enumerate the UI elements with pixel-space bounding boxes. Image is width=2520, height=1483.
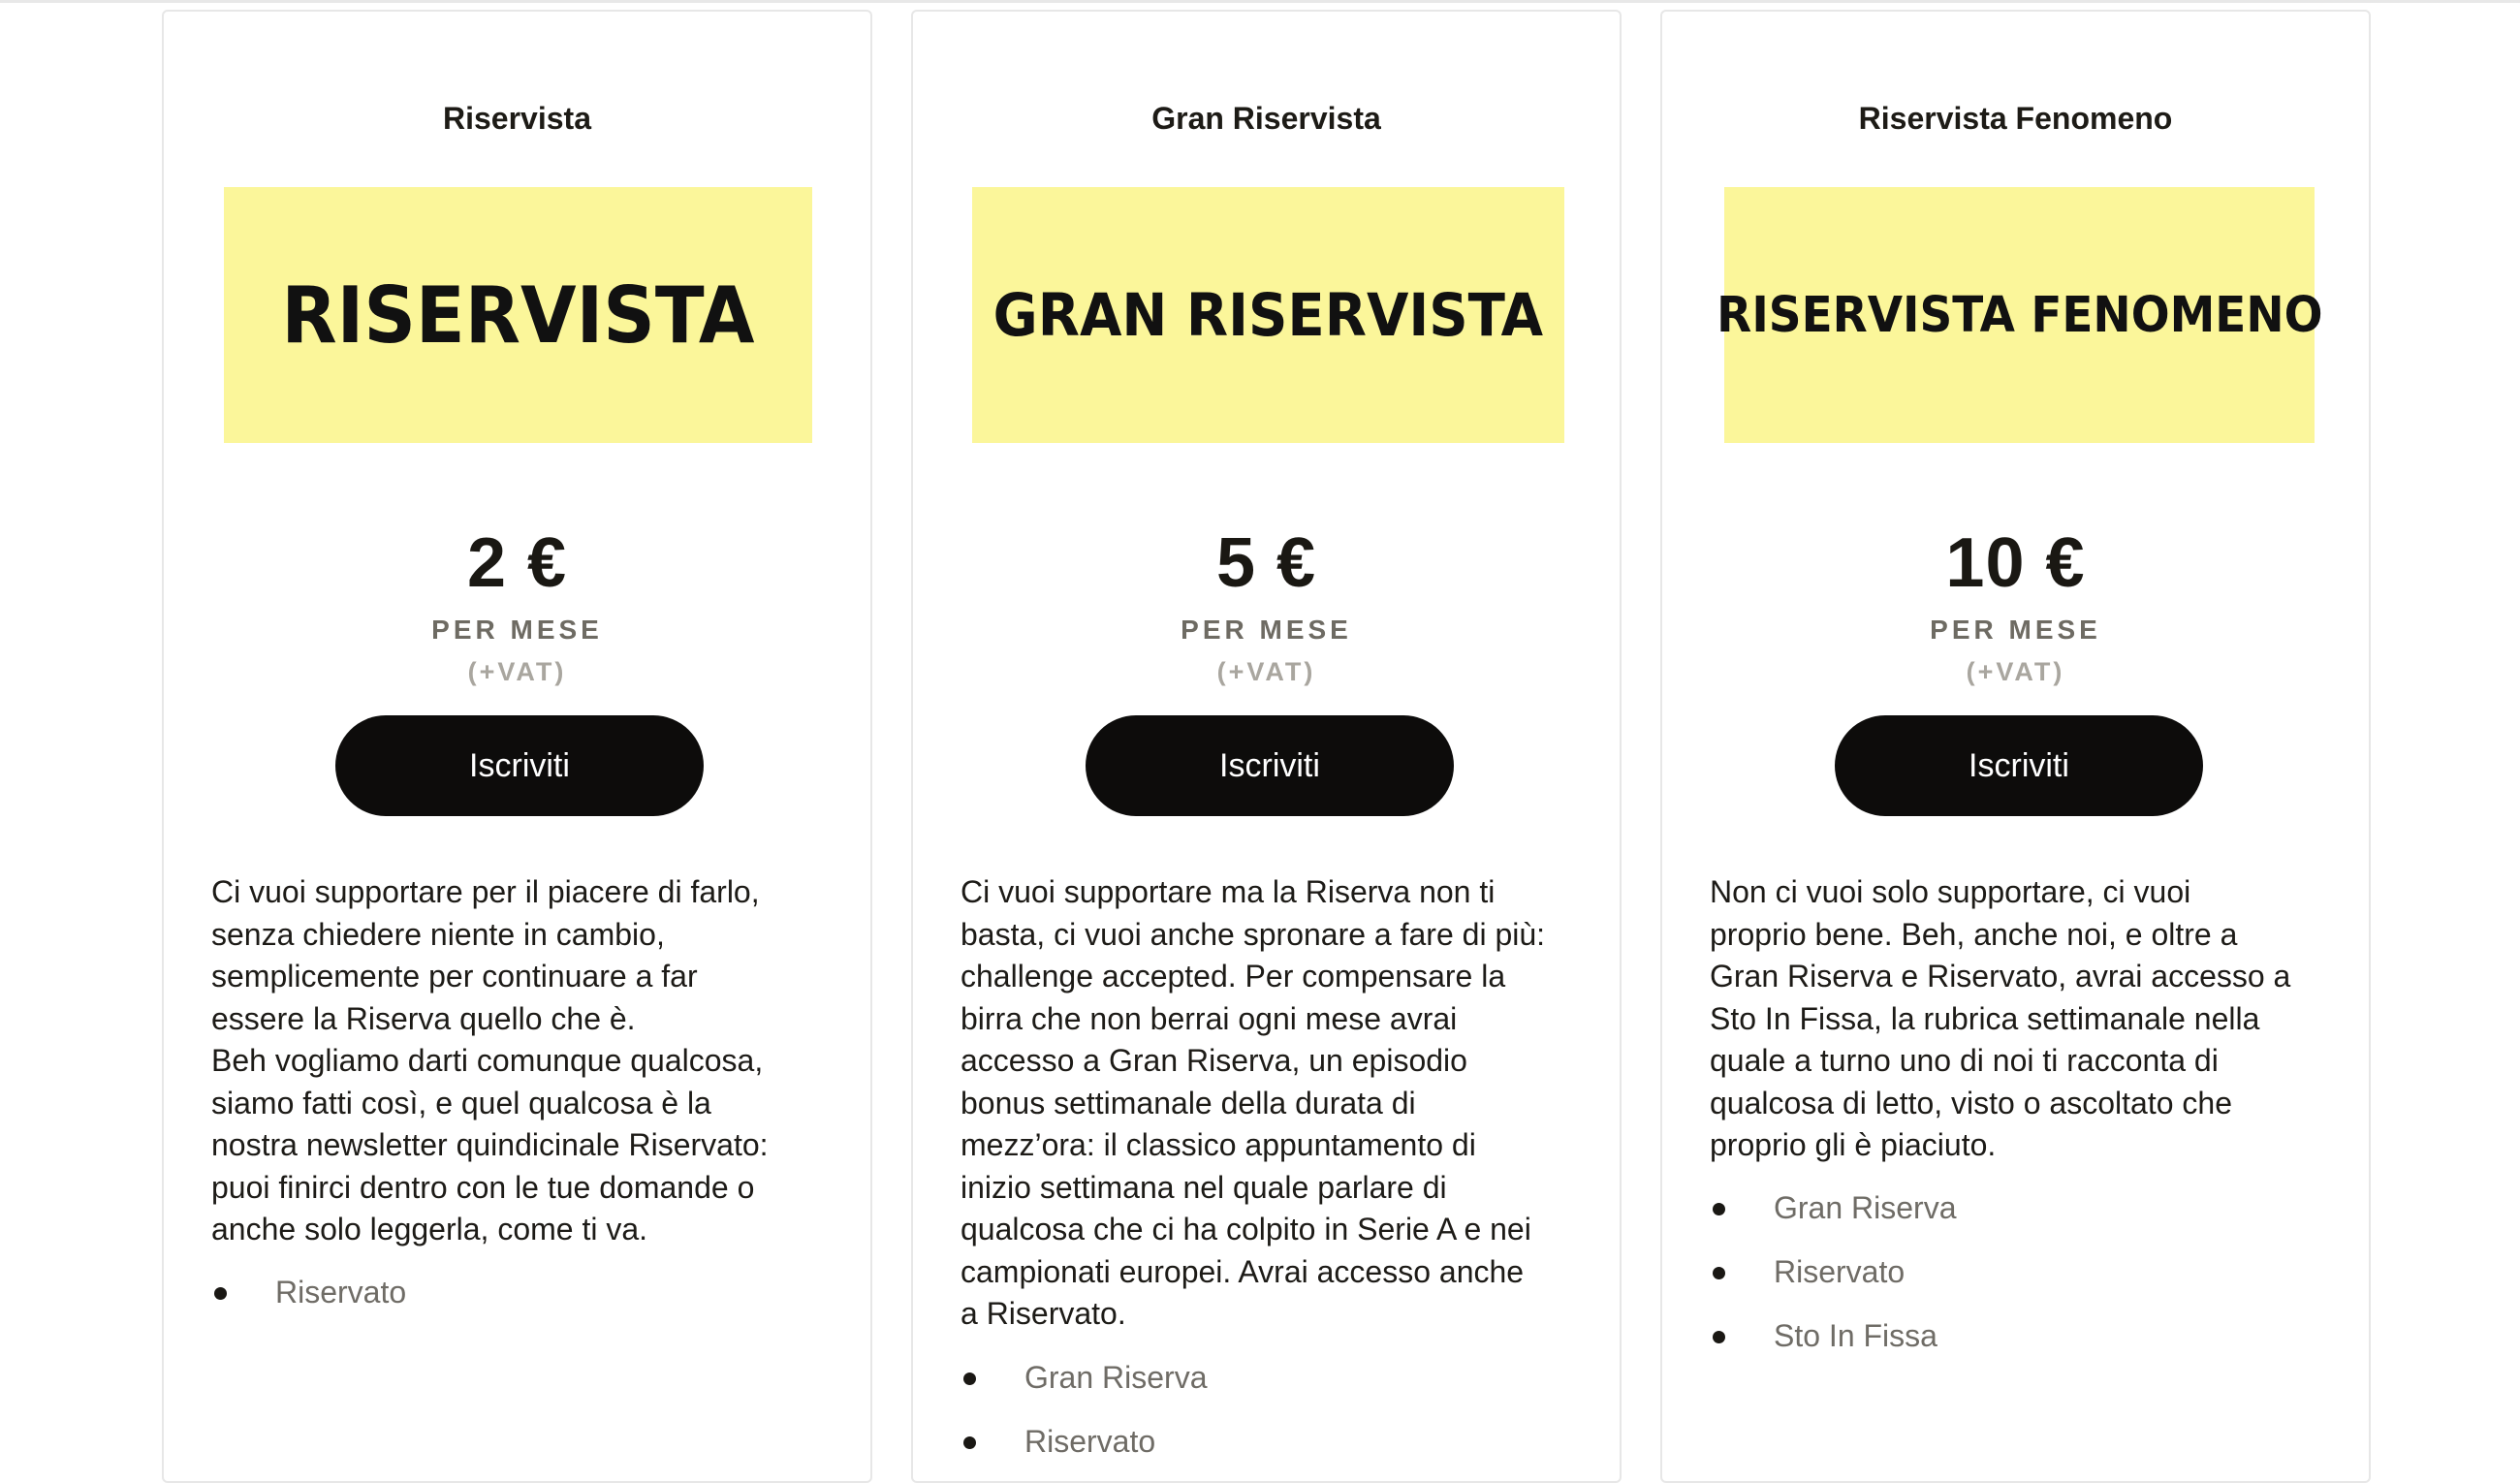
- plan-banner: RISERVISTA FENOMENO: [1717, 187, 2322, 443]
- plan-description: Ci vuoi supportare per il piacere di far…: [211, 871, 832, 1251]
- plan-vat-note: (+VAT): [1966, 657, 2065, 686]
- plan-name: Riservista Fenomeno: [1858, 101, 2173, 136]
- description-line: accesso a Gran Riserva, un episodio: [961, 1043, 1467, 1078]
- bullet-icon: [214, 1287, 227, 1300]
- description-line: challenge accepted. Per compensare la: [961, 959, 1506, 994]
- subscribe-button[interactable]: Iscriviti: [1835, 715, 2203, 816]
- description-line: bonus settimanale della durata di: [961, 1085, 1416, 1120]
- plan-banner: RISERVISTA: [224, 187, 812, 443]
- plan-banner-text: RISERVISTA: [281, 269, 755, 361]
- benefit-label: Sto In Fissa: [1774, 1318, 1937, 1353]
- bullet-icon: [963, 1436, 976, 1449]
- plan-description: Non ci vuoi solo supportare, ci vuoi pro…: [1710, 871, 2340, 1167]
- bullet-icon: [1713, 1203, 1725, 1215]
- description-line: Beh vogliamo darti comunque qualcosa,: [211, 1043, 764, 1078]
- description-line: a Riservato.: [961, 1296, 1126, 1331]
- description-line: siamo fatti così, e quel qualcosa è la: [211, 1085, 711, 1120]
- benefit-label: Gran Riserva: [1024, 1360, 1208, 1395]
- pricing-cards: Riservista RISERVISTA 2 € PER MESE (+VAT…: [0, 0, 2520, 1483]
- plan-card-gran-riservista: Gran Riservista GRAN RISERVISTA 5 € PER …: [911, 10, 1622, 1483]
- description-line: Gran Riserva e Riservato, avrai accesso …: [1710, 959, 2291, 994]
- description-line: Sto In Fissa, la rubrica settimanale nel…: [1710, 1000, 2260, 1036]
- description-line: semplicemente per continuare a far: [211, 959, 698, 994]
- description-line: inizio settimana nel quale parlare di: [961, 1169, 1447, 1205]
- description-line: senza chiedere niente in cambio,: [211, 916, 665, 952]
- benefits-list: Riservato: [211, 1260, 832, 1324]
- description-line: quale a turno uno di noi ti racconta di: [1710, 1043, 2219, 1078]
- benefit-label: Gran Riserva: [1774, 1190, 1957, 1225]
- plan-name: Riservista: [443, 101, 591, 136]
- description-line: Ci vuoi supportare per il piacere di far…: [211, 874, 760, 909]
- benefit-item: Sto In Fissa: [1710, 1304, 2330, 1368]
- description-line: Ci vuoi supportare ma la Riserva non ti: [961, 874, 1496, 909]
- plan-description: Ci vuoi supportare ma la Riserva non ti …: [961, 871, 1591, 1336]
- benefit-item: Riservato: [1710, 1240, 2330, 1304]
- benefits-list: Gran Riserva Riservato: [961, 1345, 1581, 1473]
- benefit-label: Riservato: [1774, 1254, 1906, 1289]
- plan-price: 5 €: [1215, 524, 1317, 602]
- plan-vat-note: (+VAT): [467, 657, 567, 686]
- description-line: basta, ci vuoi anche spronare a fare di …: [961, 916, 1546, 952]
- description-line: Non ci vuoi solo supportare, ci vuoi: [1710, 874, 2191, 909]
- description-line: qualcosa di letto, visto o ascoltato che: [1710, 1085, 2232, 1120]
- plan-banner: GRAN RISERVISTA: [972, 187, 1564, 443]
- bullet-icon: [1713, 1267, 1725, 1279]
- description-line: puoi finirci dentro con le tue domande o: [211, 1169, 755, 1205]
- description-line: proprio gli è piaciuto.: [1710, 1127, 1997, 1162]
- description-line: qualcosa che ci ha colpito in Serie A e …: [961, 1212, 1531, 1246]
- description-line: campionati europei. Avrai accesso anche: [961, 1253, 1525, 1289]
- plan-price: 10 €: [1945, 524, 2086, 602]
- bullet-icon: [1713, 1331, 1725, 1343]
- benefit-label: Riservato: [275, 1275, 407, 1309]
- plan-card-riservista-fenomeno: Riservista Fenomeno RISERVISTA FENOMENO …: [1660, 10, 2371, 1483]
- plan-vat-note: (+VAT): [1216, 657, 1316, 686]
- plan-period: PER MESE: [1181, 615, 1352, 645]
- benefits-list: Gran Riserva Riservato Sto In Fissa: [1710, 1176, 2330, 1368]
- description-line: proprio bene. Beh, anche noi, e oltre a: [1710, 916, 2238, 952]
- description-line: mezz’ora: il classico appuntamento di: [961, 1127, 1476, 1162]
- plan-period: PER MESE: [431, 615, 603, 645]
- plan-banner-text: GRAN RISERVISTA: [992, 280, 1544, 350]
- description-line: anche solo leggerla, come ti va.: [211, 1212, 648, 1246]
- benefit-item: Riservato: [961, 1409, 1581, 1473]
- benefit-item: Gran Riserva: [961, 1345, 1581, 1409]
- description-line: essere la Riserva quello che è.: [211, 1000, 636, 1036]
- plan-banner-text: RISERVISTA FENOMENO: [1716, 286, 2323, 344]
- plan-period: PER MESE: [1930, 615, 2101, 645]
- bullet-icon: [963, 1373, 976, 1385]
- benefit-item: Riservato: [211, 1260, 832, 1324]
- plan-name: Gran Riservista: [1151, 101, 1381, 136]
- subscribe-button[interactable]: Iscriviti: [1086, 715, 1454, 816]
- plan-price: 2 €: [466, 524, 568, 602]
- subscribe-button[interactable]: Iscriviti: [335, 715, 704, 816]
- benefit-item: Gran Riserva: [1710, 1176, 2330, 1240]
- description-line: birra che non berrai ogni mese avrai: [961, 1000, 1458, 1036]
- plan-card-riservista: Riservista RISERVISTA 2 € PER MESE (+VAT…: [162, 10, 872, 1483]
- description-line: nostra newsletter quindicinale Riservato…: [211, 1127, 769, 1162]
